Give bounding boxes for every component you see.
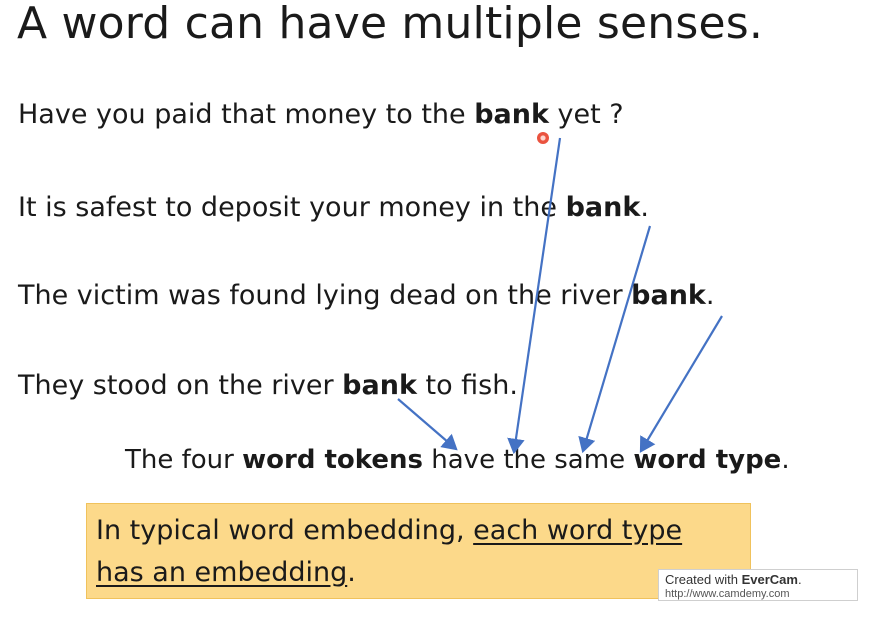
bold-word-bank: bank: [565, 192, 641, 223]
watermark-line: Created with EverCam.: [665, 572, 851, 587]
watermark-text: .: [797, 572, 802, 587]
callout-underlined-text: has an embedding: [96, 557, 348, 588]
pointer-cursor-icon: [537, 132, 549, 144]
example-sentence-2: It is safest to deposit your money in th…: [18, 192, 649, 223]
word-type-term: word type: [633, 445, 782, 475]
example-sentence-1: Have you paid that money to the bank yet…: [18, 99, 624, 130]
watermark-brand: EverCam: [741, 572, 798, 587]
callout-text: In typical word embedding,: [96, 515, 474, 546]
highlight-callout-box: In typical word embedding, each word typ…: [86, 503, 751, 599]
sentence-text: yet ?: [548, 99, 624, 130]
sentence-text: They stood on the river: [18, 370, 343, 401]
sentence-text: It is safest to deposit your money in th…: [18, 192, 566, 223]
evercam-watermark: Created with EverCam. http://www.camdemy…: [658, 569, 858, 601]
example-sentence-4: They stood on the river bank to fish.: [18, 370, 518, 401]
slide-title: A word can have multiple senses.: [17, 0, 764, 49]
arrow-from-sentence-2: [578, 225, 652, 454]
conclusion-text: The four word tokens have the same word …: [125, 445, 790, 475]
arrow-from-sentence-3: [639, 315, 723, 453]
sentence-text: .: [640, 192, 649, 223]
sentence-text: The victim was found lying dead on the r…: [18, 280, 632, 311]
word-tokens-term: word tokens: [242, 445, 423, 475]
bold-word-bank: bank: [342, 370, 417, 401]
callout-underlined-text: each word type: [473, 515, 683, 546]
slide: A word can have multiple senses. Have yo…: [0, 0, 870, 617]
bold-word-bank: bank: [474, 99, 549, 130]
watermark-url: http://www.camdemy.com: [665, 588, 790, 600]
sentence-text: .: [705, 280, 715, 311]
example-sentence-3: The victim was found lying dead on the r…: [18, 280, 714, 311]
sentence-text: to fish.: [416, 370, 518, 401]
arrow-from-sentence-4: [397, 398, 458, 451]
conclusion-part: The four: [125, 445, 243, 475]
conclusion-part: have the same: [423, 445, 634, 475]
callout-text: .: [347, 557, 356, 588]
watermark-text: Created with: [665, 572, 742, 587]
conclusion-part: .: [781, 445, 790, 475]
bold-word-bank: bank: [631, 280, 706, 311]
sentence-text: Have you paid that money to the: [18, 99, 475, 130]
